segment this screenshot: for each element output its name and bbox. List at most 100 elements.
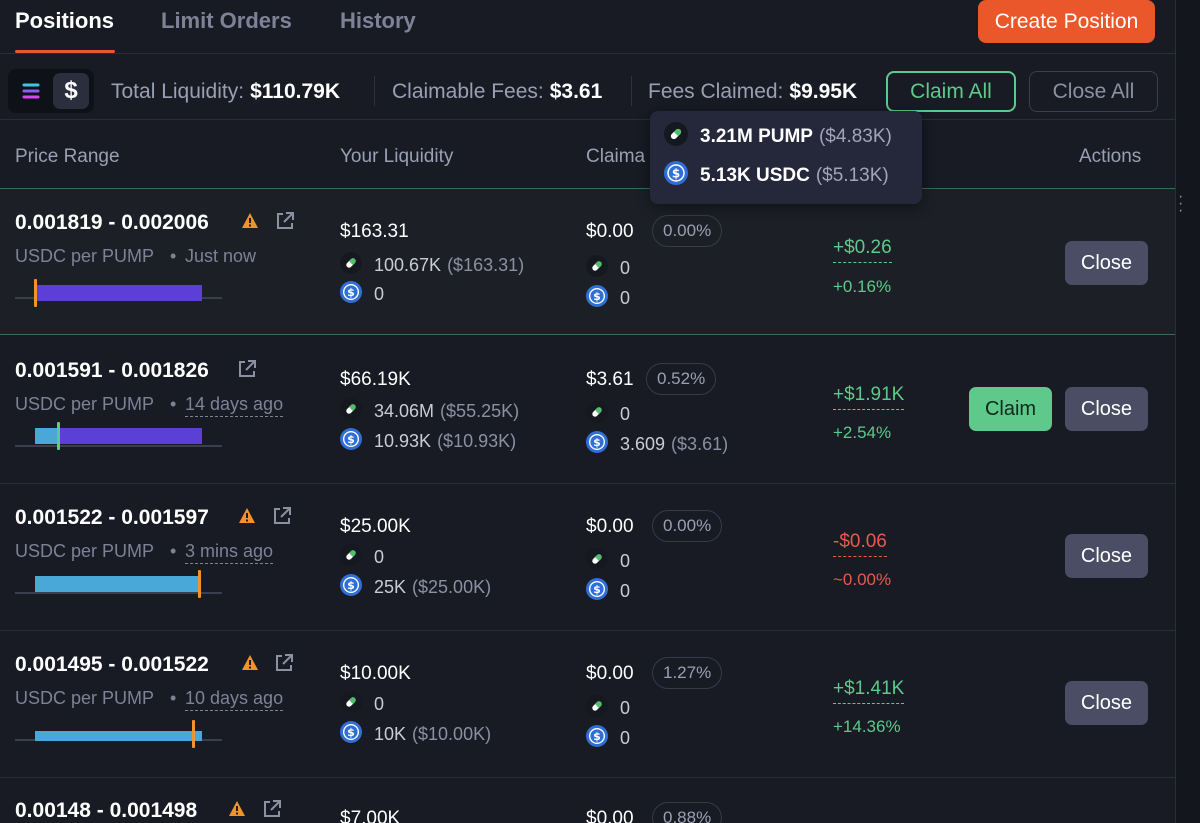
current-price-marker (34, 279, 37, 307)
svg-text:$: $ (347, 579, 355, 592)
separator-dot: • (170, 246, 177, 266)
position-age[interactable]: 10 days ago (185, 688, 284, 711)
pair-label: USDC per PUMP (15, 541, 155, 561)
header-claimable-fees[interactable]: Claima (586, 146, 645, 168)
svg-text:$: $ (593, 730, 601, 743)
close-all-button[interactable]: Close All (1029, 71, 1158, 112)
tab-bar: Positions Limit Orders History Create Po… (0, 0, 1175, 54)
fee-percent-badge: 0.00% (652, 510, 723, 542)
usdc-icon: $ (340, 720, 362, 748)
liquidity-usdc: $ 10.93K ($10.93K) (340, 427, 516, 453)
liquidity-pump: 34.06M ($55.25K) (340, 397, 519, 423)
tooltip-row-pump: 3.21M PUMP ($4.83K) (664, 122, 892, 150)
claimable-fee-value: $0.00 (586, 663, 634, 684)
svg-text:$: $ (593, 583, 601, 596)
liquidity-usdc: $ 25K ($25.00K) (340, 573, 491, 601)
liquidity-value: $7.00K (340, 808, 401, 823)
table-row[interactable]: 0.001819 - 0.002006 USDC per PUMP • Just… (0, 188, 1175, 335)
claimable-fee-value: $0.00 (586, 516, 634, 537)
fees-claimed-tooltip: 3.21M PUMP ($4.83K) $ 5.13K USDC ($5.13K… (650, 111, 922, 204)
svg-text:$: $ (593, 290, 601, 303)
create-position-button[interactable]: Create Position (978, 0, 1155, 43)
tab-history[interactable]: History (340, 8, 416, 34)
scrollbar-track[interactable] (1175, 0, 1200, 823)
pnl-value[interactable]: +$1.91K (833, 384, 905, 410)
claimable-fee-value: $0.00 (586, 221, 634, 242)
fee-percent-badge: 1.27% (652, 657, 723, 689)
close-button[interactable]: Close (1065, 387, 1148, 431)
position-age[interactable]: 14 days ago (185, 394, 284, 417)
external-link-icon[interactable] (275, 211, 295, 236)
pair-label: USDC per PUMP (15, 246, 155, 266)
separator-dot: • (170, 541, 177, 561)
total-liquidity: Total Liquidity: $110.79K (111, 80, 340, 103)
range-bar (59, 428, 202, 444)
warning-icon[interactable] (241, 654, 259, 676)
usdc-icon: $ (340, 573, 362, 601)
pnl-percent: +2.54% (833, 423, 892, 442)
svg-text:$: $ (672, 167, 680, 181)
header-price-range[interactable]: Price Range (15, 146, 120, 168)
external-link-icon[interactable] (237, 359, 257, 384)
liquidity-value: $66.19K (340, 369, 411, 390)
svg-text:$: $ (347, 726, 355, 739)
range-track (15, 445, 222, 447)
claim-all-button[interactable]: Claim All (886, 71, 1016, 112)
price-range: 0.001522 - 0.001597 (15, 506, 209, 529)
fee-pump: 0 (586, 547, 630, 573)
pnl-value[interactable]: +$1.41K (833, 678, 905, 704)
header-actions: Actions (1079, 146, 1142, 167)
warning-icon[interactable] (238, 507, 256, 529)
more-options-icon[interactable]: · · · (1178, 189, 1183, 219)
svg-text:$: $ (347, 433, 355, 446)
warning-icon[interactable] (241, 212, 259, 234)
usdc-icon: $ (340, 280, 362, 308)
usdc-icon: $ (586, 284, 608, 312)
pnl-value[interactable]: -$0.06 (833, 531, 887, 557)
close-button[interactable]: Close (1065, 681, 1148, 725)
claim-button[interactable]: Claim (969, 387, 1052, 431)
tab-limit-orders[interactable]: Limit Orders (161, 8, 292, 34)
liquidity-value: $163.31 (340, 221, 409, 242)
position-age[interactable]: 3 mins ago (185, 541, 274, 564)
separator-dot: • (170, 688, 177, 708)
fees-claimed[interactable]: Fees Claimed: $9.95K (648, 80, 857, 104)
divider (631, 76, 632, 106)
pnl-percent: ~0.00% (833, 570, 892, 589)
pair-label: USDC per PUMP (15, 394, 155, 414)
claimable-fee-value: $3.61 (586, 369, 634, 390)
position-age: Just now (185, 246, 257, 266)
range-bar (35, 731, 202, 741)
external-link-icon[interactable] (262, 799, 282, 823)
stack-icon[interactable] (13, 73, 49, 109)
table-row[interactable]: 0.00148 - 0.001498 $7.00K $0.00 0.88% (0, 778, 1175, 823)
pump-icon (340, 251, 362, 279)
current-price-marker (192, 720, 195, 748)
warning-icon[interactable] (228, 800, 246, 822)
usdc-icon: $ (586, 577, 608, 605)
header-your-liquidity[interactable]: Your Liquidity (340, 146, 453, 168)
dollar-icon[interactable]: $ (53, 73, 89, 109)
tooltip-row-usdc: $ 5.13K USDC ($5.13K) (664, 161, 889, 189)
external-link-icon[interactable] (274, 653, 294, 678)
external-link-icon[interactable] (272, 506, 292, 531)
liquidity-usdc: $ 0 (340, 280, 384, 308)
close-button[interactable]: Close (1065, 534, 1148, 578)
fee-percent-badge: 0.52% (646, 363, 717, 395)
fee-usdc: $ 0 (586, 724, 630, 750)
liquidity-value: $10.00K (340, 663, 411, 684)
table-row[interactable]: 0.001495 - 0.001522 USDC per PUMP • 10 d… (0, 631, 1175, 778)
usdc-icon: $ (586, 430, 608, 458)
tab-positions[interactable]: Positions (15, 8, 114, 34)
pump-icon (340, 543, 362, 571)
fee-pump: 0 (586, 694, 630, 720)
pnl-value[interactable]: +$0.26 (833, 237, 892, 263)
range-bar (35, 285, 202, 301)
table-row[interactable]: 0.001522 - 0.001597 USDC per PUMP • 3 mi… (0, 484, 1175, 631)
price-range: 0.001819 - 0.002006 (15, 211, 209, 234)
table-row[interactable]: 0.001591 - 0.001826 USDC per PUMP • 14 d… (0, 337, 1175, 484)
pump-icon (586, 400, 608, 428)
liquidity-value: $25.00K (340, 516, 411, 537)
close-button[interactable]: Close (1065, 241, 1148, 285)
liquidity-usdc: $ 10K ($10.00K) (340, 720, 491, 748)
